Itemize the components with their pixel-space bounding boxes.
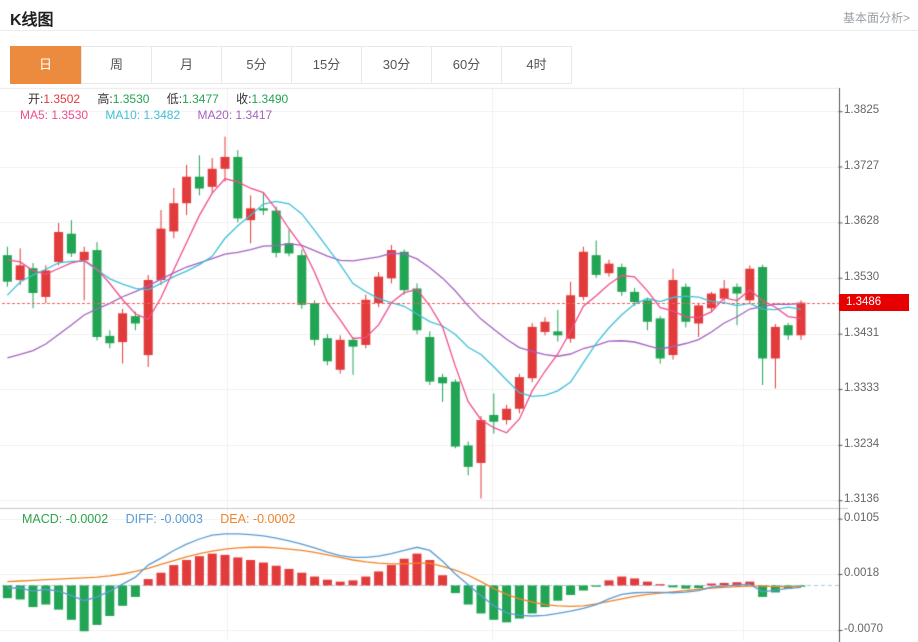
high-value: 1.3530 <box>113 92 150 106</box>
ma5-readout: MA5: 1.3530 <box>20 108 88 122</box>
dea-readout: DEA: -0.0002 <box>220 512 295 526</box>
price-axis-label: 1.3136 <box>844 493 879 505</box>
low-label: 低: <box>167 92 182 106</box>
price-axis-label: 1.3825 <box>844 104 879 116</box>
price-axis-label: 1.3727 <box>844 160 879 172</box>
ohlc-info-line: 开:1.3502 高:1.3530 低:1.3477 收:1.3490 <box>28 90 288 107</box>
macd-axis-label: 0.0018 <box>844 567 879 579</box>
price-axis-label: 1.3431 <box>844 327 879 339</box>
low-value: 1.3477 <box>182 92 219 106</box>
open-label: 开: <box>28 92 43 106</box>
price-axis-label: 1.3530 <box>844 271 879 283</box>
macd-readout: MACD: -0.0002 <box>22 512 108 526</box>
diff-readout: DIFF: -0.0003 <box>126 512 203 526</box>
macd-info-line: MACD: -0.0002 DIFF: -0.0003 DEA: -0.0002 <box>22 512 295 526</box>
ma10-readout: MA10: 1.3482 <box>105 108 180 122</box>
ma20-readout: MA20: 1.3417 <box>197 108 272 122</box>
high-label: 高: <box>97 92 112 106</box>
macd-axis-label: 0.0105 <box>844 512 879 524</box>
kline-page: K线图 基本面分析> 日周月5分15分30分60分4时 开:1.3502 高:1… <box>0 0 918 642</box>
close-label: 收: <box>236 92 251 106</box>
price-axis-label: 1.3234 <box>844 438 879 450</box>
open-value: 1.3502 <box>43 92 80 106</box>
macd-axis-label: -0.0070 <box>844 623 883 635</box>
current-price-tag: 1.3486 <box>839 294 909 311</box>
close-value: 1.3490 <box>252 92 289 106</box>
price-axis-label: 1.3628 <box>844 215 879 227</box>
price-axis-label: 1.3333 <box>844 382 879 394</box>
ma-info-line: MA5: 1.3530 MA10: 1.3482 MA20: 1.3417 <box>20 108 272 122</box>
